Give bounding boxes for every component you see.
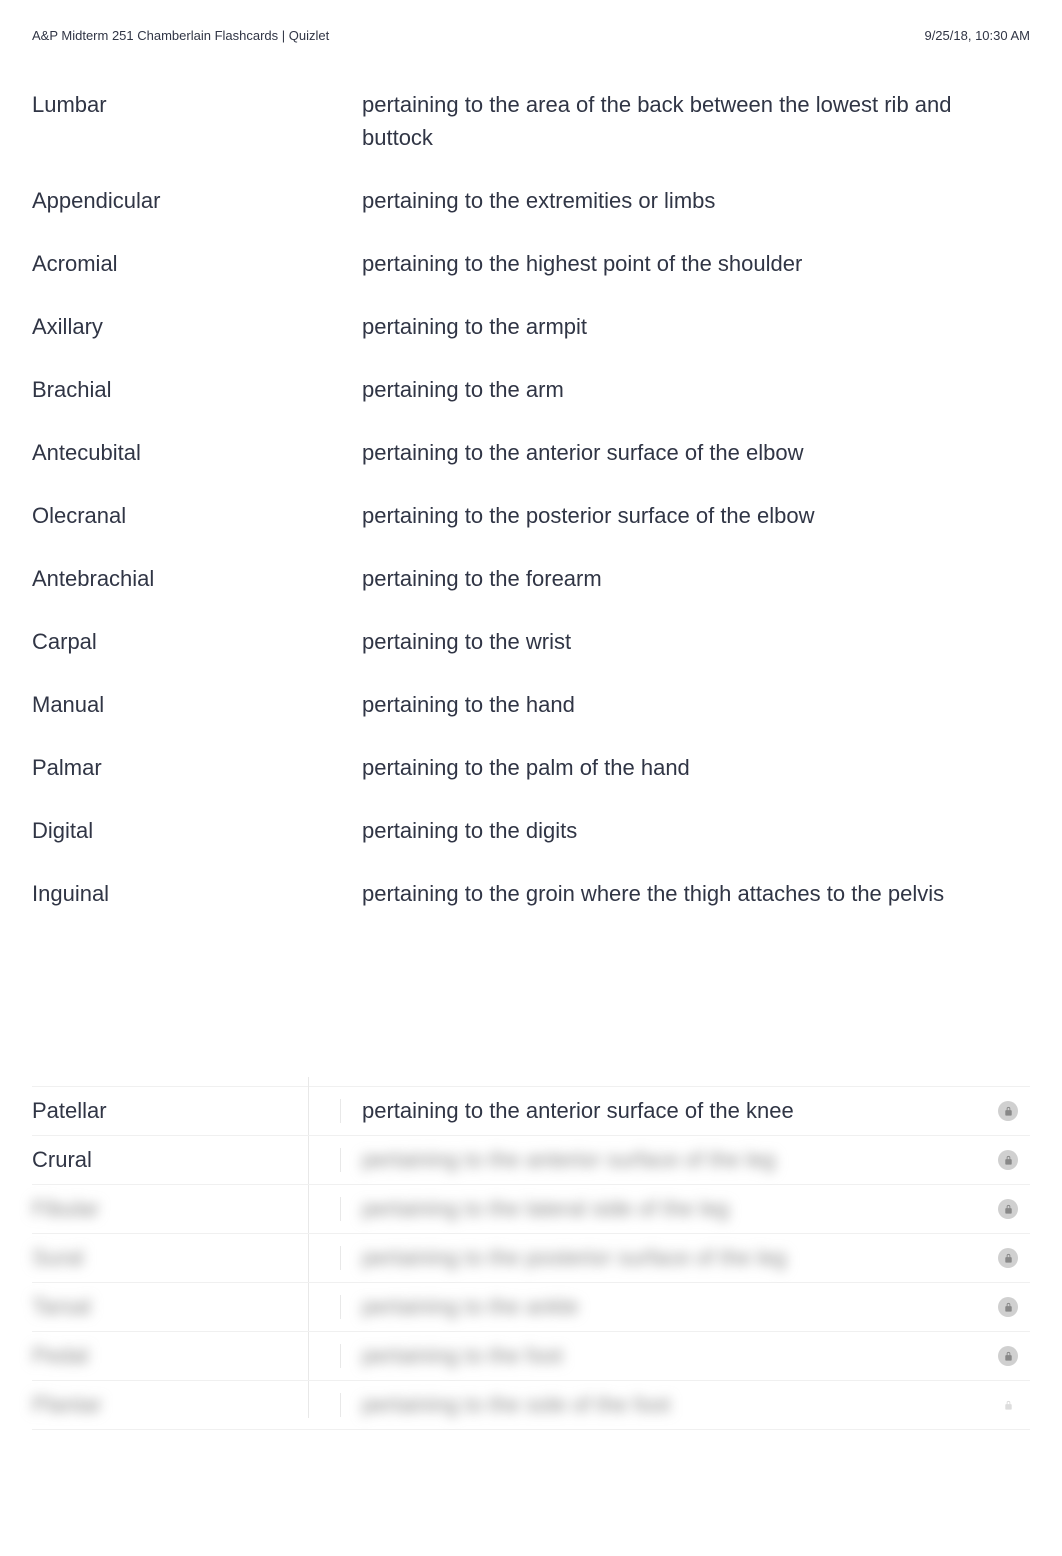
divider <box>340 1099 341 1123</box>
flashcard-term: Manual <box>32 688 362 721</box>
flashcard-row: Inguinal pertaining to the groin where t… <box>32 862 1030 925</box>
locked-flashcards-section: Patellar pertaining to the anterior surf… <box>0 1065 1062 1430</box>
flashcard-row: Lumbar pertaining to the area of the bac… <box>32 73 1030 169</box>
section-gap <box>0 925 1062 1065</box>
flashcard-definition-blurred: pertaining to the anterior surface of th… <box>362 1147 1030 1173</box>
flashcard-definition: pertaining to the anterior surface of th… <box>362 1098 1030 1124</box>
flashcard-definition: pertaining to the forearm <box>362 562 1030 595</box>
flashcard-term: Carpal <box>32 625 362 658</box>
flashcard-definition-blurred: pertaining to the posterior surface of t… <box>362 1245 1030 1271</box>
flashcard-definition: pertaining to the armpit <box>362 310 1030 343</box>
flashcard-term: Palmar <box>32 751 362 784</box>
locked-flashcard-row[interactable]: Sural pertaining to the posterior surfac… <box>32 1234 1030 1283</box>
lock-icon[interactable] <box>998 1346 1018 1366</box>
lock-icon[interactable] <box>998 1150 1018 1170</box>
flashcard-row: Antebrachial pertaining to the forearm <box>32 547 1030 610</box>
flashcard-term: Olecranal <box>32 499 362 532</box>
locked-row-partial <box>32 1065 1030 1087</box>
flashcard-row: Carpal pertaining to the wrist <box>32 610 1030 673</box>
flashcard-definition: pertaining to the posterior surface of t… <box>362 499 1030 532</box>
flashcard-term: Axillary <box>32 310 362 343</box>
flashcard-term: Crural <box>32 1147 362 1173</box>
flashcard-definition: pertaining to the highest point of the s… <box>362 247 1030 280</box>
flashcard-definition: pertaining to the digits <box>362 814 1030 847</box>
flashcard-definition: pertaining to the extremities or limbs <box>362 184 1030 217</box>
flashcard-definition: pertaining to the anterior surface of th… <box>362 436 1030 469</box>
flashcard-term: Antecubital <box>32 436 362 469</box>
flashcard-definition: pertaining to the groin where the thigh … <box>362 877 1030 910</box>
flashcard-definition: pertaining to the hand <box>362 688 1030 721</box>
lock-icon[interactable] <box>998 1395 1018 1415</box>
lock-icon[interactable] <box>998 1297 1018 1317</box>
flashcard-row: Antecubital pertaining to the anterior s… <box>32 421 1030 484</box>
lock-icon[interactable] <box>998 1248 1018 1268</box>
flashcard-term: Brachial <box>32 373 362 406</box>
flashcard-term-blurred: Sural <box>32 1245 362 1271</box>
flashcard-row: Manual pertaining to the hand <box>32 673 1030 736</box>
locked-flashcard-row[interactable]: Tarsal pertaining to the ankle <box>32 1283 1030 1332</box>
flashcard-term-blurred: Pedal <box>32 1343 362 1369</box>
flashcard-row: Axillary pertaining to the armpit <box>32 295 1030 358</box>
flashcard-definition-blurred: pertaining to the sole of the foot <box>362 1392 1030 1418</box>
flashcard-term: Appendicular <box>32 184 362 217</box>
flashcard-definition-blurred: pertaining to the ankle <box>362 1294 1030 1320</box>
flashcard-row: Digital pertaining to the digits <box>32 799 1030 862</box>
locked-flashcard-row[interactable]: Crural pertaining to the anterior surfac… <box>32 1136 1030 1185</box>
flashcard-term: Digital <box>32 814 362 847</box>
page-header: A&P Midterm 251 Chamberlain Flashcards |… <box>0 0 1062 43</box>
flashcard-definition: pertaining to the palm of the hand <box>362 751 1030 784</box>
flashcard-row: Palmar pertaining to the palm of the han… <box>32 736 1030 799</box>
flashcard-definition: pertaining to the wrist <box>362 625 1030 658</box>
flashcard-term: Acromial <box>32 247 362 280</box>
flashcard-term: Patellar <box>32 1098 362 1124</box>
lock-icon[interactable] <box>998 1101 1018 1121</box>
flashcard-list: Lumbar pertaining to the area of the bac… <box>0 43 1062 925</box>
locked-flashcard-row[interactable]: Fibular pertaining to the lateral side o… <box>32 1185 1030 1234</box>
flashcard-term-blurred: Tarsal <box>32 1294 362 1320</box>
divider <box>308 1077 309 1087</box>
flashcard-row: Appendicular pertaining to the extremiti… <box>32 169 1030 232</box>
flashcard-term: Inguinal <box>32 877 362 910</box>
flashcard-definition: pertaining to the area of the back betwe… <box>362 88 1030 154</box>
flashcard-term: Lumbar <box>32 88 362 121</box>
lock-icon[interactable] <box>998 1199 1018 1219</box>
flashcard-row: Acromial pertaining to the highest point… <box>32 232 1030 295</box>
flashcard-term-blurred: Plantar <box>32 1392 362 1418</box>
page-title: A&P Midterm 251 Chamberlain Flashcards |… <box>32 28 329 43</box>
flashcard-term: Antebrachial <box>32 562 362 595</box>
flashcard-definition: pertaining to the arm <box>362 373 1030 406</box>
flashcard-row: Olecranal pertaining to the posterior su… <box>32 484 1030 547</box>
locked-flashcard-row[interactable]: Patellar pertaining to the anterior surf… <box>32 1087 1030 1136</box>
locked-flashcard-row[interactable]: Plantar pertaining to the sole of the fo… <box>32 1381 1030 1430</box>
flashcard-definition-blurred: pertaining to the lateral side of the le… <box>362 1196 1030 1222</box>
flashcard-row: Brachial pertaining to the arm <box>32 358 1030 421</box>
flashcard-definition-blurred: pertaining to the foot <box>362 1343 1030 1369</box>
locked-flashcard-row[interactable]: Pedal pertaining to the foot <box>32 1332 1030 1381</box>
page-timestamp: 9/25/18, 10:30 AM <box>924 28 1030 43</box>
divider <box>340 1148 341 1172</box>
flashcard-term-blurred: Fibular <box>32 1196 362 1222</box>
